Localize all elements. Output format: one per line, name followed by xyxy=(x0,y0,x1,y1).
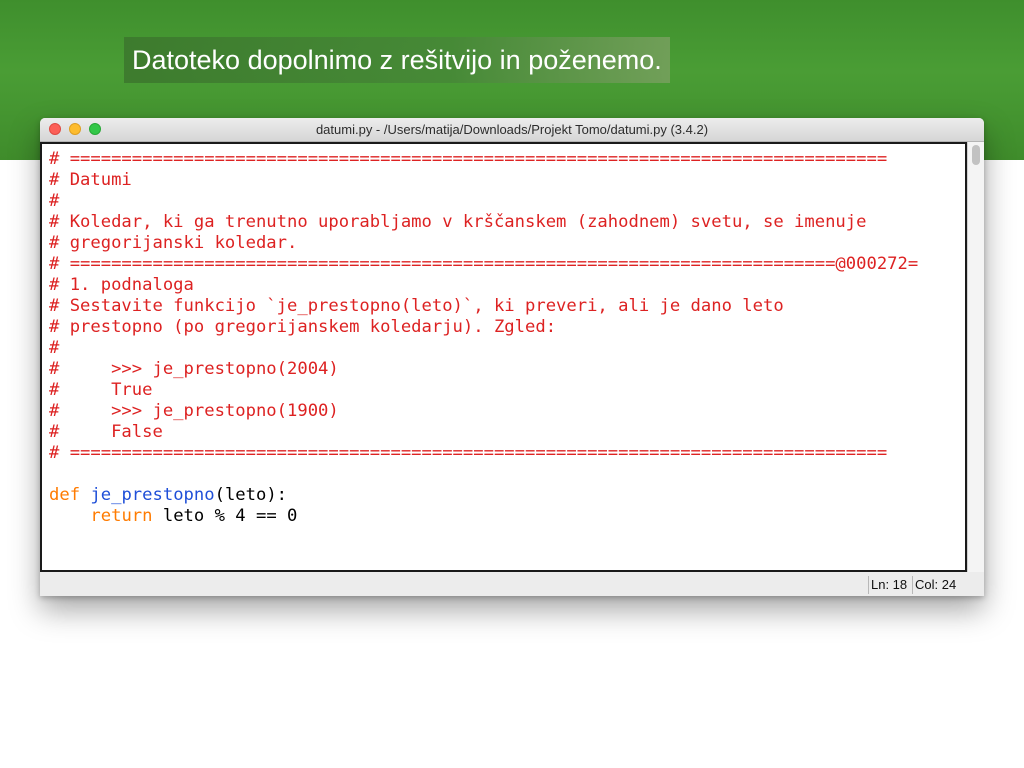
code-token-comment: # ======================================… xyxy=(49,443,888,463)
code-line: # prestopno (po gregorijanskem koledarju… xyxy=(49,317,918,338)
status-bar: Ln: 18 Col: 24 xyxy=(40,573,984,596)
scrollbar-thumb[interactable] xyxy=(972,145,980,165)
idle-editor-window: datumi.py - /Users/matija/Downloads/Proj… xyxy=(40,118,984,596)
code-token-keyword: return xyxy=(90,506,153,526)
code-line: # Sestavite funkcijo `je_prestopno(leto)… xyxy=(49,296,918,317)
code-token-comment: # xyxy=(49,338,60,358)
code-line: # >>> je_prestopno(2004) xyxy=(49,359,918,380)
window-title: datumi.py - /Users/matija/Downloads/Proj… xyxy=(315,122,709,137)
code-line: # Datumi xyxy=(49,170,918,191)
code-editor[interactable]: # ======================================… xyxy=(40,142,967,572)
column-number-status: Col: 24 xyxy=(912,576,965,594)
code-token-function: je_prestopno xyxy=(90,485,215,505)
code-token-comment: # Koledar, ki ga trenutno uporabljamo v … xyxy=(49,212,867,232)
code-line: # >>> je_prestopno(1900) xyxy=(49,401,918,422)
code-token-comment: # True xyxy=(49,380,153,400)
code-token-comment: # prestopno (po gregorijanskem koledarju… xyxy=(49,317,557,337)
code-line: # xyxy=(49,338,918,359)
code-token-comment: # gregorijanski koledar. xyxy=(49,233,298,253)
code-token-comment: # Datumi xyxy=(49,170,132,190)
slide-title: Datoteko dopolnimo z rešitvijo in požene… xyxy=(124,37,670,83)
code-token-comment: # Sestavite funkcijo `je_prestopno(leto)… xyxy=(49,296,784,316)
code-token-comment: # 1. podnaloga xyxy=(49,275,194,295)
code-token-comment: # ======================================… xyxy=(49,149,888,169)
code-line: # ======================================… xyxy=(49,149,918,170)
code-token-comment: # xyxy=(49,191,60,211)
code-line: # Koledar, ki ga trenutno uporabljamo v … xyxy=(49,212,918,233)
code-token-comment: # >>> je_prestopno(2004) xyxy=(49,359,339,379)
code-line: # True xyxy=(49,380,918,401)
code-line: # 1. podnaloga xyxy=(49,275,918,296)
code-line: # ======================================… xyxy=(49,443,918,464)
line-number-status: Ln: 18 xyxy=(868,576,913,594)
code-line: # gregorijanski koledar. xyxy=(49,233,918,254)
code-text: # ======================================… xyxy=(49,149,918,527)
code-token-text: leto % 4 == 0 xyxy=(152,506,298,526)
code-token-keyword: def xyxy=(49,485,81,505)
code-line: # False xyxy=(49,422,918,443)
code-line: # xyxy=(49,191,918,212)
slide: Datoteko dopolnimo z rešitvijo in požene… xyxy=(0,0,1024,768)
code-line: def je_prestopno(leto): xyxy=(49,485,918,506)
code-token-text: (leto): xyxy=(214,485,288,505)
code-line: # ======================================… xyxy=(49,254,918,275)
code-token-comment: # False xyxy=(49,422,163,442)
vertical-scrollbar[interactable] xyxy=(967,142,984,572)
code-token-comment: # ======================================… xyxy=(49,254,919,274)
code-token-comment: # >>> je_prestopno(1900) xyxy=(49,401,339,421)
title-bar[interactable]: datumi.py - /Users/matija/Downloads/Proj… xyxy=(40,118,984,142)
code-line: return leto % 4 == 0 xyxy=(49,506,918,527)
